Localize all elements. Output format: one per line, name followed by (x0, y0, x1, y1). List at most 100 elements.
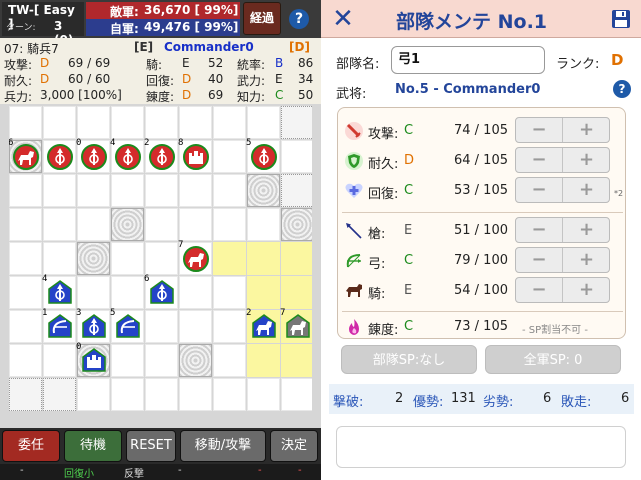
increment-button[interactable]: + (563, 248, 610, 272)
map-cell[interactable] (281, 106, 312, 139)
move-range-cell[interactable] (247, 344, 280, 377)
map-cell[interactable] (213, 344, 246, 377)
move-attack-button[interactable]: 移動/攻撃 (180, 430, 266, 462)
enemy-unit[interactable]: 4 (110, 138, 142, 171)
standby-button[interactable]: 待機 (64, 430, 122, 462)
move-range-cell[interactable] (281, 276, 312, 309)
unit-name-input[interactable]: 弓1 (391, 46, 545, 74)
delegate-button[interactable]: 委任 (2, 430, 60, 462)
map-cell[interactable] (43, 174, 76, 207)
map-cell[interactable] (77, 208, 110, 241)
map-cell[interactable] (111, 344, 144, 377)
decrement-button[interactable]: − (516, 248, 563, 272)
map-cell[interactable] (9, 242, 42, 275)
map-cell[interactable] (43, 378, 76, 411)
map-cell[interactable] (145, 208, 178, 241)
map-cell[interactable] (9, 378, 42, 411)
enemy-unit[interactable] (46, 143, 74, 171)
ally-unit[interactable]: 5 (110, 308, 142, 341)
decrement-button[interactable]: − (516, 118, 563, 142)
map-cell[interactable] (9, 208, 42, 241)
move-range-cell[interactable] (281, 344, 312, 377)
terrain-obstacle[interactable] (281, 208, 312, 241)
increment-button[interactable]: + (563, 218, 610, 242)
map-cell[interactable] (213, 378, 246, 411)
ally-unit[interactable]: 0 (76, 342, 108, 375)
map-cell[interactable] (247, 208, 280, 241)
map-cell[interactable] (179, 310, 212, 343)
map-cell[interactable] (111, 106, 144, 139)
decrement-button[interactable]: − (516, 148, 563, 172)
increment-button[interactable]: + (563, 178, 610, 202)
map-cell[interactable] (77, 174, 110, 207)
map-cell[interactable] (213, 208, 246, 241)
move-range-cell[interactable] (247, 242, 280, 275)
enemy-unit[interactable]: 2 (144, 138, 176, 171)
enemy-unit[interactable]: 5 (246, 138, 278, 171)
map-cell[interactable] (179, 276, 212, 309)
map-cell[interactable] (213, 310, 246, 343)
unit-sp-button[interactable]: 部隊SP:なし (341, 345, 477, 374)
increment-button[interactable]: + (563, 118, 610, 142)
map-cell[interactable] (179, 208, 212, 241)
map-cell[interactable] (179, 106, 212, 139)
map-cell[interactable] (77, 106, 110, 139)
map-cell[interactable] (111, 276, 144, 309)
army-sp-button[interactable]: 全軍SP: 0 (485, 345, 621, 374)
map-cell[interactable] (111, 174, 144, 207)
save-icon[interactable] (611, 9, 631, 29)
general-value[interactable]: No.5 - Commander0 (395, 82, 540, 97)
close-icon[interactable]: ✕ (329, 5, 357, 33)
map-cell[interactable] (179, 378, 212, 411)
map-cell[interactable] (43, 208, 76, 241)
progress-button[interactable]: 経過 (243, 2, 281, 35)
map-cell[interactable] (9, 276, 42, 309)
ally-unit[interactable]: 4 (42, 274, 74, 307)
map-cell[interactable] (9, 344, 42, 377)
map-cell[interactable] (111, 242, 144, 275)
map-cell[interactable] (9, 106, 42, 139)
terrain-obstacle[interactable] (247, 174, 280, 207)
ally-unit[interactable]: 2 (246, 308, 278, 341)
map-cell[interactable] (281, 140, 312, 173)
decrement-button[interactable]: − (516, 278, 563, 302)
map-cell[interactable] (145, 310, 178, 343)
terrain-obstacle[interactable] (77, 242, 110, 275)
map-cell[interactable] (213, 140, 246, 173)
map-cell[interactable] (43, 344, 76, 377)
map-cell[interactable] (43, 242, 76, 275)
enemy-unit[interactable]: 7 (178, 240, 210, 273)
move-range-cell[interactable] (281, 242, 312, 275)
map-cell[interactable] (179, 174, 212, 207)
map-cell[interactable] (247, 378, 280, 411)
map-cell[interactable] (145, 106, 178, 139)
reset-button[interactable]: RESET (126, 430, 176, 462)
map-cell[interactable] (281, 378, 312, 411)
help-icon[interactable]: ? (613, 80, 631, 98)
map-cell[interactable] (247, 106, 280, 139)
map-cell[interactable] (77, 378, 110, 411)
map-cell[interactable] (145, 344, 178, 377)
increment-button[interactable]: + (563, 278, 610, 302)
increment-button[interactable]: + (563, 148, 610, 172)
enemy-unit[interactable]: 0 (76, 138, 108, 171)
help-icon[interactable]: ? (289, 9, 309, 29)
map-cell[interactable] (213, 106, 246, 139)
map-cell[interactable] (281, 174, 312, 207)
map-cell[interactable] (145, 242, 178, 275)
map-cell[interactable] (9, 310, 42, 343)
enemy-unit[interactable]: 6 (9, 138, 40, 171)
map-cell[interactable] (111, 378, 144, 411)
map-cell[interactable] (43, 106, 76, 139)
decrement-button[interactable]: − (516, 218, 563, 242)
enemy-unit[interactable]: 8 (178, 138, 210, 171)
terrain-obstacle[interactable] (111, 208, 144, 241)
map-cell[interactable] (77, 276, 110, 309)
map-cell[interactable] (145, 174, 178, 207)
map-cell[interactable] (9, 174, 42, 207)
battle-map[interactable]: 6 0 4 2 8 5 7 4 6 1 3 5 2 7 0 (9, 106, 312, 425)
move-range-cell[interactable] (213, 242, 246, 275)
ally-unit[interactable]: 7 (280, 308, 312, 341)
ally-unit[interactable]: 6 (144, 274, 176, 307)
move-range-cell[interactable] (247, 276, 280, 309)
